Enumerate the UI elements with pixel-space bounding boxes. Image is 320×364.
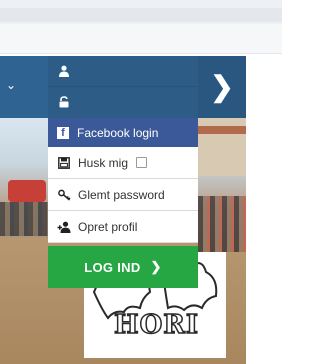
login-dropdown: f Facebook login Husk mig Glemt password <box>48 56 198 292</box>
nav-toggle[interactable]: ⌄ <box>0 56 48 118</box>
browser-address-bar <box>0 24 282 54</box>
create-profile-link[interactable]: Opret profil <box>48 211 198 243</box>
chevron-right-icon: ❯ <box>210 71 234 102</box>
remember-me-checkbox[interactable] <box>136 157 148 168</box>
facebook-login-label: Facebook login <box>77 125 159 140</box>
user-plus-icon <box>57 220 71 234</box>
remember-me-row[interactable]: Husk mig <box>48 147 198 179</box>
save-icon <box>57 156 71 170</box>
chevron-down-icon: ⌄ <box>6 78 17 92</box>
photo-crowd-right <box>198 196 246 252</box>
forgot-password-label: Glemt password <box>78 187 165 202</box>
chevron-right-icon: ❯ <box>150 259 162 274</box>
browser-band <box>0 8 282 22</box>
photo-car <box>8 180 46 202</box>
lock-icon <box>59 96 69 108</box>
remember-me-label: Husk mig <box>78 155 129 170</box>
user-icon <box>59 65 69 77</box>
browser-top-strip <box>0 0 282 24</box>
photo-crowd-left <box>0 202 50 236</box>
slider-next-button[interactable]: ❯ <box>198 56 246 118</box>
username-field[interactable] <box>48 56 198 87</box>
login-submit-label: LOG IND <box>84 259 141 275</box>
forgot-password-link[interactable]: Glemt password <box>48 179 198 211</box>
key-icon <box>57 188 71 202</box>
photo-roof <box>198 126 246 134</box>
facebook-login-button[interactable]: f Facebook login <box>48 118 198 147</box>
login-submit-button[interactable]: LOG IND ❯ <box>48 246 198 288</box>
facebook-icon: f <box>57 126 69 139</box>
page-right-margin <box>246 56 282 364</box>
create-profile-label: Opret profil <box>78 219 138 234</box>
password-field[interactable] <box>48 87 198 118</box>
logo-text: HORI <box>113 309 199 341</box>
